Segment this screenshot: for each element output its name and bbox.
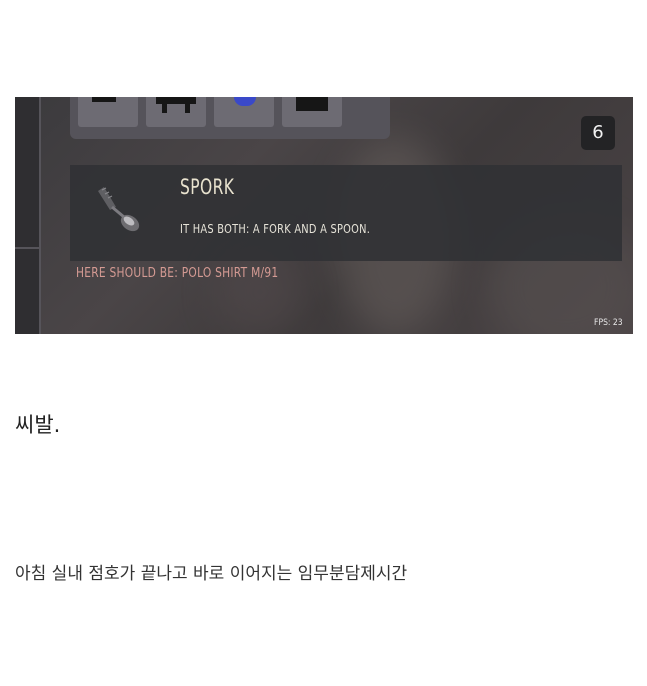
item-title: SPORK — [180, 175, 235, 199]
panel-divider — [15, 247, 39, 249]
stack-count-badge: 6 — [581, 116, 615, 150]
post-comment: 씨발. — [15, 413, 61, 437]
inventory-bar — [70, 97, 390, 139]
item-icon — [296, 97, 328, 111]
post-caption: 아침 실내 점호가 끝나고 바로 이어지는 임무분담제시간 — [15, 564, 408, 584]
inventory-slot[interactable] — [146, 97, 206, 127]
spork-icon — [98, 187, 140, 232]
inventory-slot[interactable] — [214, 97, 274, 127]
mismatch-warning: HERE SHOULD BE: POLO SHIRT M/91 — [76, 266, 279, 281]
fps-counter: FPS: 23 — [594, 318, 623, 328]
item-tooltip: SPORK IT HAS BOTH: A FORK AND A SPOON. — [70, 165, 622, 261]
inventory-slot[interactable] — [78, 97, 138, 127]
item-description: IT HAS BOTH: A FORK AND A SPOON. — [180, 222, 371, 236]
item-icon — [234, 97, 256, 106]
item-icon — [156, 97, 196, 113]
inventory-slot[interactable] — [282, 97, 342, 127]
item-icon — [92, 97, 116, 102]
game-screenshot: 6 SPORK IT HAS BOTH: A FORK AND A SPOON.… — [15, 97, 633, 334]
left-panel-edge — [15, 97, 41, 334]
